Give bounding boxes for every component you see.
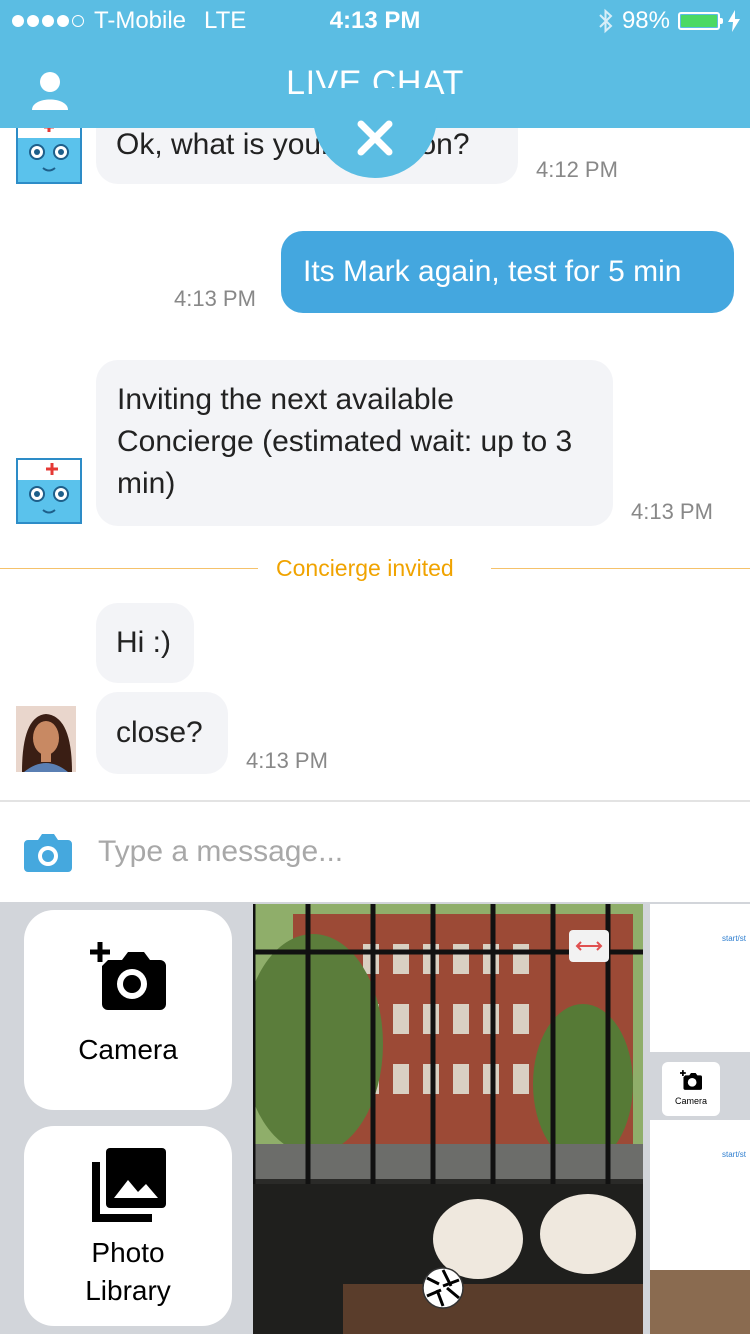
photo-library-icon — [92, 1148, 166, 1222]
message-bubble-incoming: Inviting the next available Concierge (e… — [96, 360, 613, 526]
add-photo-icon — [90, 942, 166, 1010]
recent-photos-strip: start/st Camera start/st — [650, 902, 750, 1334]
close-icon — [357, 120, 393, 156]
message-timestamp: 4:13 PM — [246, 748, 328, 773]
message-timestamp: 4:12 PM — [536, 157, 618, 182]
system-event-label: Concierge invited — [276, 555, 454, 581]
divider-line — [0, 568, 258, 569]
thumbnail-text: start/st — [722, 1150, 747, 1159]
message-text: Hi :) — [116, 626, 171, 659]
bot-face-icon — [18, 460, 80, 514]
photo-library-label: Photo Library — [85, 1237, 171, 1306]
media-picker-tray: Camera Photo Library start/st Camera sta… — [0, 902, 750, 1334]
battery-percent: 98% — [621, 7, 670, 34]
message-composer — [0, 800, 750, 904]
bot-face-icon — [18, 128, 80, 172]
camera-button[interactable]: Camera — [24, 910, 232, 1110]
photo-thumbnail[interactable]: start/st — [650, 1120, 750, 1270]
message-bubble-incoming: Hi :) — [96, 603, 194, 683]
message-input[interactable] — [96, 826, 720, 878]
thumbnail-text: start/st — [722, 934, 747, 943]
bluetooth-icon — [599, 8, 613, 34]
thumbnail-camera-label: Camera — [674, 1096, 707, 1106]
bot-avatar — [16, 128, 82, 184]
camera-preview[interactable] — [253, 904, 643, 1334]
message-text: Inviting the next available Concierge (e… — [117, 383, 573, 500]
message-bubble-incoming: Ok, what is your question? — [96, 128, 518, 184]
photo-thumbnail[interactable]: start/st — [650, 904, 750, 1052]
camera-label: Camera — [78, 1034, 178, 1065]
message-text: close? — [116, 716, 203, 749]
message-timestamp: 4:13 PM — [174, 286, 256, 311]
chat-transcript[interactable]: Ok, what is your question? 4:12 PM 4:13 … — [0, 128, 750, 800]
message-bubble-incoming: close? — [96, 692, 228, 774]
photo-thumbnail[interactable]: Camera — [650, 1052, 750, 1118]
shutter-icon[interactable] — [421, 1266, 465, 1310]
bot-avatar — [16, 458, 82, 524]
divider-line — [491, 568, 750, 569]
add-photo-icon — [680, 1070, 702, 1090]
charging-bolt-icon — [728, 10, 740, 32]
message-timestamp: 4:13 PM — [631, 499, 713, 524]
battery-icon — [678, 12, 723, 30]
photo-library-button[interactable]: Photo Library — [24, 1126, 232, 1326]
camera-icon[interactable] — [24, 832, 72, 872]
agent-avatar — [16, 706, 76, 772]
message-bubble-outgoing: Its Mark again, test for 5 min — [281, 231, 734, 313]
photo-thumbnail[interactable] — [650, 1270, 750, 1334]
message-text: Its Mark again, test for 5 min — [303, 255, 682, 288]
status-bar: T-Mobile LTE 4:13 PM 98% — [0, 0, 750, 40]
